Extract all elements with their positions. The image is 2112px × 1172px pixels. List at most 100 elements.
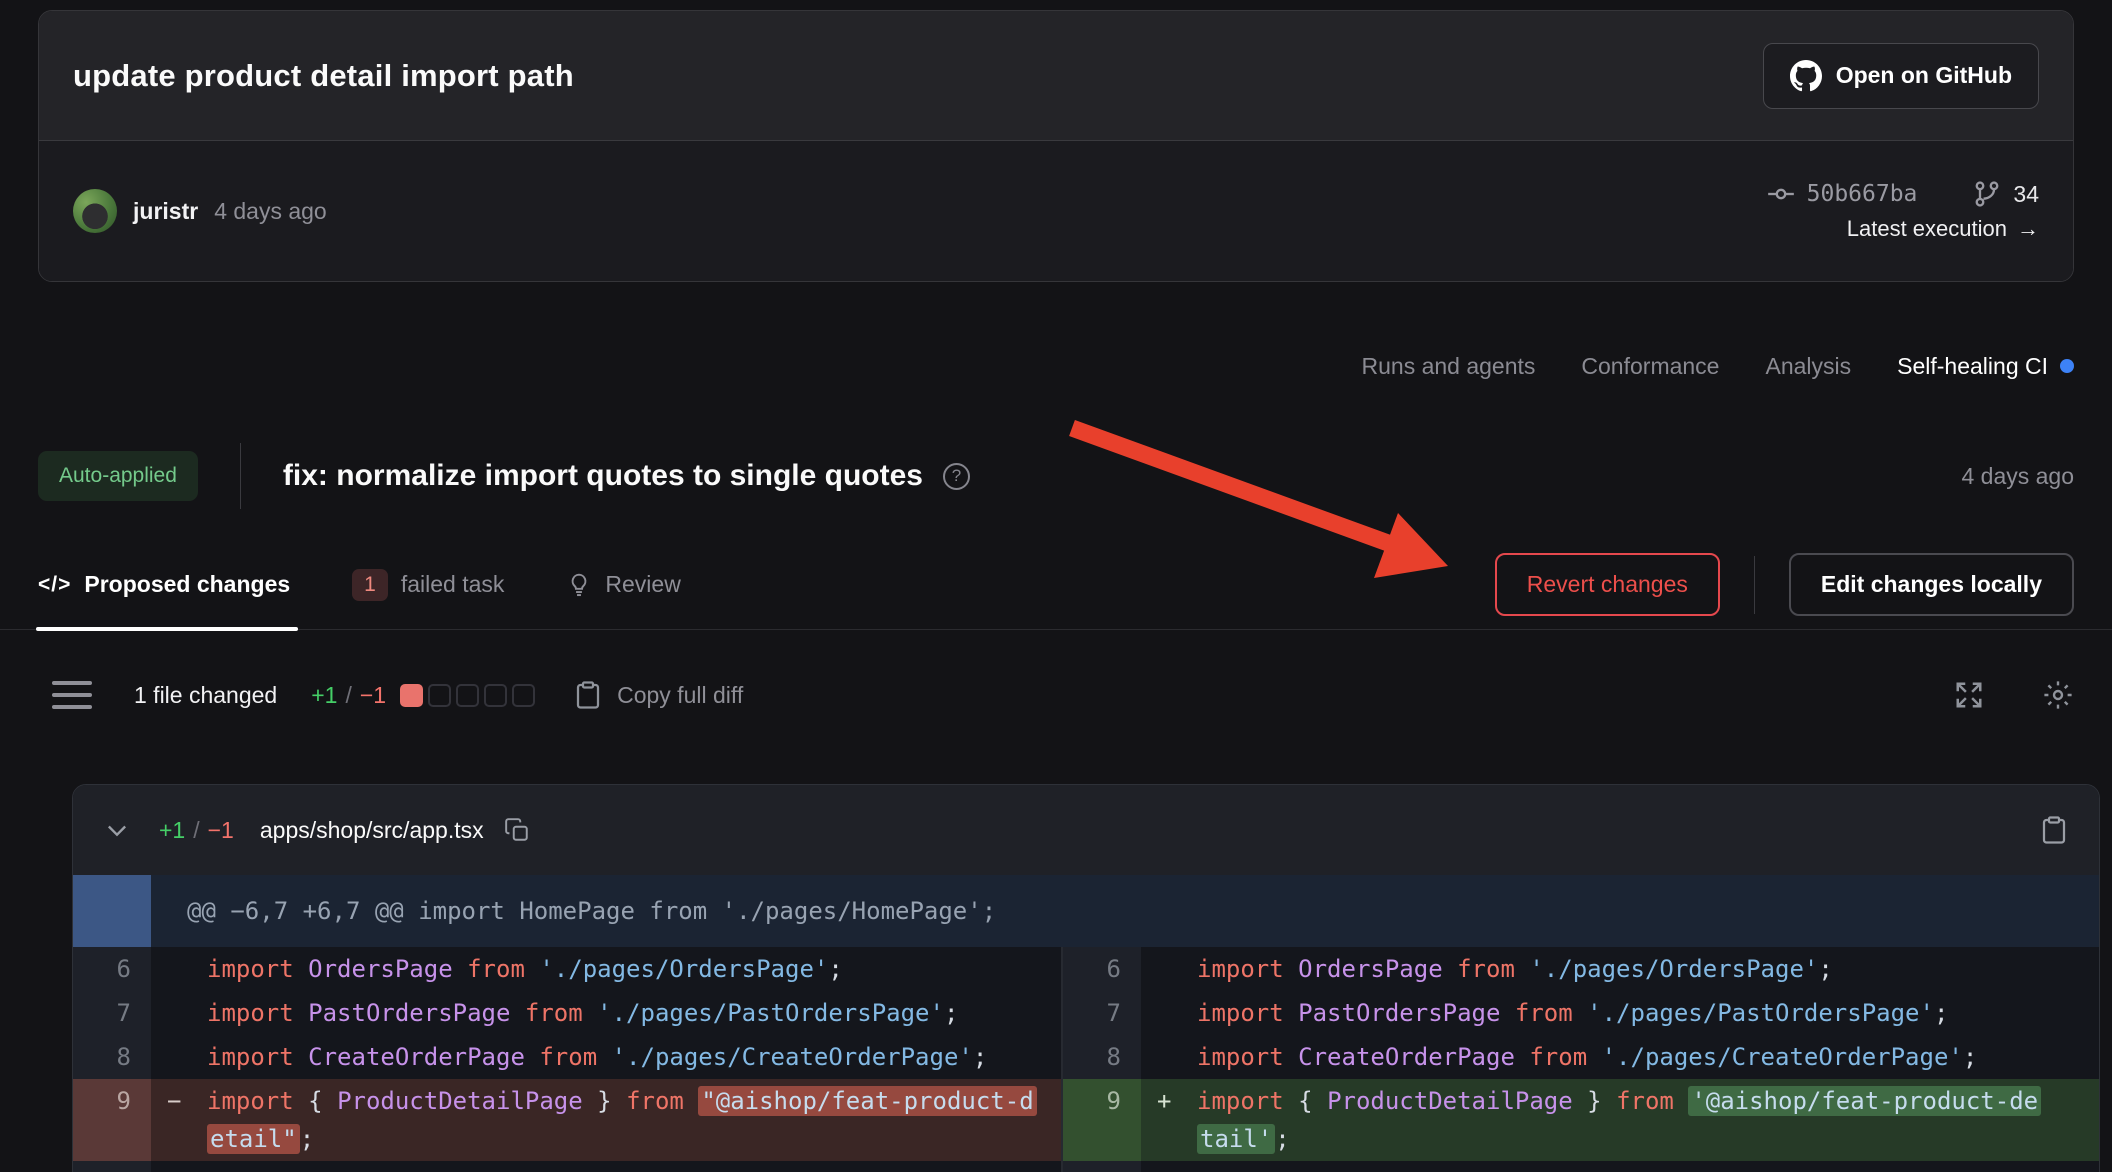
line-number: 8 [73, 1035, 151, 1079]
github-icon [1790, 60, 1822, 92]
file-deletions: −1 [208, 817, 234, 844]
tab-proposed-changes-label: Proposed changes [84, 571, 290, 598]
copy-full-diff-button[interactable]: Copy full diff [573, 680, 743, 710]
avatar[interactable] [73, 189, 117, 233]
hunk-header: @@ −6,7 +6,7 @@ import HomePage from './… [151, 875, 996, 947]
additions-count: +1 [311, 682, 337, 709]
diff-stat-squares [400, 684, 535, 707]
line-number: 6 [73, 947, 151, 991]
branch-count: 34 [2013, 181, 2039, 208]
copy-path-button[interactable] [504, 817, 530, 843]
file-stat-separator: / [193, 817, 199, 844]
top-nav: Runs and agents Conformance Analysis Sel… [38, 346, 2074, 386]
code-icon: </> [38, 573, 71, 597]
file-diff-header: +1 / −1 apps/shop/src/app.tsx [73, 785, 2099, 875]
nav-self-healing-ci[interactable]: Self-healing CI [1897, 353, 2074, 380]
code-line: import PastOrdersPage from './pages/Past… [151, 991, 1061, 1035]
gear-icon[interactable] [2042, 679, 2074, 711]
diff-line: 6import OrdersPage from './pages/OrdersP… [1063, 947, 2099, 991]
nav-analysis[interactable]: Analysis [1765, 353, 1851, 380]
help-icon[interactable]: ? [943, 463, 970, 490]
code-line [1141, 1161, 2099, 1172]
tab-review-label: Review [605, 571, 680, 598]
latest-execution-link[interactable]: Latest execution → [1847, 216, 2039, 242]
line-number: 7 [73, 991, 151, 1035]
arrow-right-icon: → [2017, 216, 2039, 242]
latest-execution-label: Latest execution [1847, 216, 2007, 242]
diff-line: 7import PastOrdersPage from './pages/Pas… [1063, 991, 2099, 1035]
code-line [151, 1161, 1061, 1172]
diff-stat-square [456, 684, 479, 707]
lightbulb-icon [566, 572, 592, 598]
diff-stat-square [512, 684, 535, 707]
git-commit-icon [1767, 180, 1795, 208]
diff-pane-old: 6import OrdersPage from './pages/OrdersP… [73, 947, 1063, 1172]
branch-count-chip[interactable]: 34 [1973, 180, 2039, 208]
copy-icon [504, 817, 530, 843]
diff-line: 6import OrdersPage from './pages/OrdersP… [73, 947, 1061, 991]
file-list-menu-icon[interactable] [52, 681, 92, 709]
line-number: 8 [1063, 1035, 1141, 1079]
nav-runs-and-agents[interactable]: Runs and agents [1362, 353, 1536, 380]
line-number: 10 [1063, 1161, 1141, 1172]
chevron-down-icon[interactable] [103, 816, 131, 844]
diff-line: 10 [1063, 1161, 2099, 1172]
code-line: +import { ProductDetailPage } from '@ais… [1141, 1079, 2099, 1161]
tab-review[interactable]: Review [566, 540, 680, 629]
nav-self-healing-ci-label: Self-healing CI [1897, 353, 2048, 380]
diff-line: 9+import { ProductDetailPage } from '@ai… [1063, 1079, 2099, 1161]
fix-title: fix: normalize import quotes to single q… [283, 459, 923, 493]
file-diff-stats: +1 / −1 [159, 817, 234, 844]
copy-file-diff-button[interactable] [2039, 815, 2069, 845]
file-additions: +1 [159, 817, 185, 844]
open-on-github-label: Open on GitHub [1836, 62, 2012, 89]
diff-line: 9−import { ProductDetailPage } from "@ai… [73, 1079, 1061, 1161]
tab-failed-task[interactable]: 1 failed task [352, 540, 504, 629]
commit-sha-chip[interactable]: 50b667ba [1767, 180, 1918, 208]
code-line: import PastOrdersPage from './pages/Past… [1141, 991, 2099, 1035]
edit-changes-locally-button[interactable]: Edit changes locally [1789, 553, 2074, 616]
line-number: 10 [73, 1161, 151, 1172]
code-line: import OrdersPage from './pages/OrdersPa… [151, 947, 1061, 991]
copy-full-diff-label: Copy full diff [617, 682, 743, 709]
diff-line: 10 [73, 1161, 1061, 1172]
line-number: 9 [1063, 1079, 1141, 1161]
divider [240, 443, 241, 509]
revert-changes-button[interactable]: Revert changes [1495, 553, 1720, 616]
commit-meta-bar: juristr 4 days ago 50b667ba 34 Latest ex… [39, 141, 2073, 281]
diff-stat-square [484, 684, 507, 707]
diff-line: 8import CreateOrderPage from './pages/Cr… [1063, 1035, 2099, 1079]
tab-proposed-changes[interactable]: </> Proposed changes [38, 540, 290, 629]
diff-pane-new: 6import OrdersPage from './pages/OrdersP… [1063, 947, 2099, 1172]
commit-sha: 50b667ba [1807, 181, 1918, 207]
page-title: update product detail import path [73, 58, 574, 94]
code-line: import CreateOrderPage from './pages/Cre… [1141, 1035, 2099, 1079]
nav-conformance[interactable]: Conformance [1581, 353, 1719, 380]
deletions-count: −1 [360, 682, 386, 709]
line-number: 7 [1063, 991, 1141, 1035]
fix-heading-row: Auto-applied fix: normalize import quote… [38, 442, 2074, 510]
hunk-header-row: @@ −6,7 +6,7 @@ import HomePage from './… [73, 875, 2099, 947]
diff-toolbar: 1 file changed +1 / −1 Copy full diff [38, 656, 2074, 734]
hunk-gutter [73, 875, 151, 947]
fix-time: 4 days ago [1961, 463, 2074, 490]
file-diff-card: +1 / −1 apps/shop/src/app.tsx @@ −6,7 +6… [72, 784, 2100, 1172]
auto-applied-badge: Auto-applied [38, 451, 198, 501]
diff-stats: +1 / −1 [311, 682, 386, 709]
code-line: import CreateOrderPage from './pages/Cre… [151, 1035, 1061, 1079]
line-number: 9 [73, 1079, 151, 1161]
commit-header-card: update product detail import path Open o… [38, 10, 2074, 282]
author-name[interactable]: juristr [133, 198, 198, 225]
open-on-github-button[interactable]: Open on GitHub [1763, 43, 2039, 109]
tab-bar: </> Proposed changes 1 failed task Revie… [0, 540, 2112, 630]
commit-title-bar: update product detail import path Open o… [39, 11, 2073, 141]
code-line: import OrdersPage from './pages/OrdersPa… [1141, 947, 2099, 991]
commit-time: 4 days ago [214, 198, 327, 225]
active-nav-dot [2060, 359, 2074, 373]
diff-stat-square [428, 684, 451, 707]
clipboard-icon [573, 680, 603, 710]
line-number: 6 [1063, 947, 1141, 991]
change-marker: + [1157, 1082, 1171, 1120]
expand-icon[interactable] [1954, 680, 1984, 710]
diff-line: 7import PastOrdersPage from './pages/Pas… [73, 991, 1061, 1035]
